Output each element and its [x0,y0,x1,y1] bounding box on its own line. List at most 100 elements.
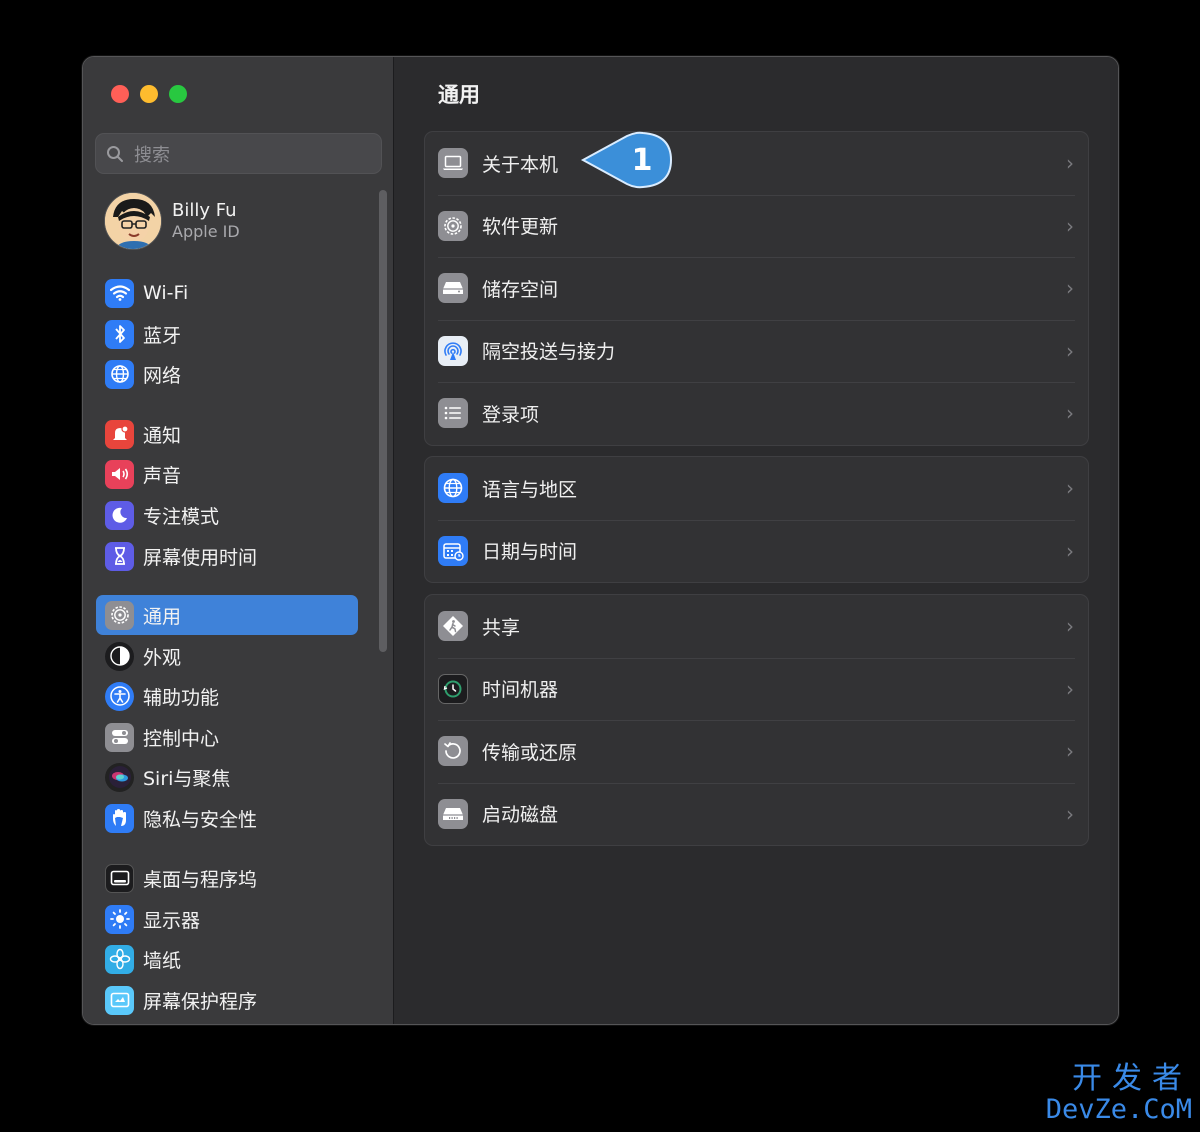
sidebar-item-siri[interactable]: Siri与聚焦 [96,757,358,797]
sidebar: 搜索 Billy Fu Apple ID Wi-Fi 蓝牙 网络 通知 声音 专… [83,57,394,1024]
sidebar-item-label: Wi-Fi [143,282,189,304]
row-label: 日期与时间 [482,541,578,564]
chevron-right-icon: › [1066,538,1074,563]
toggles-icon [105,722,134,752]
chevron-right-icon: › [1066,213,1074,238]
close-button[interactable] [111,85,129,103]
bell-icon [105,419,134,449]
row-sharing[interactable]: 共享 › [425,595,1088,658]
sidebar-item-label: 墙纸 [143,949,182,972]
sidebar-item-label: 外观 [143,646,182,669]
sidebar-item-label: 蓝牙 [143,324,182,347]
sidebar-item-label: 桌面与程序坞 [143,868,258,891]
row-label: 时间机器 [482,679,559,702]
sidebar-item-appearance[interactable]: 外观 [96,636,358,676]
moon-icon [105,500,134,530]
timemachine-icon [438,673,468,704]
row-label: 共享 [482,616,521,639]
row-date-time[interactable]: 日期与时间 › [425,519,1088,583]
sidebar-item-focus[interactable]: 专注模式 [96,495,358,535]
gear-icon [438,210,468,241]
restore-icon [438,736,468,767]
hand-icon [105,803,134,833]
row-language-region[interactable]: 语言与地区 › [425,457,1088,520]
search-icon [107,145,123,162]
sidebar-item-control-center[interactable]: 控制中心 [96,717,358,757]
row-storage[interactable]: 储存空间 › [425,257,1088,320]
apple-id-account[interactable]: Billy Fu Apple ID [104,192,240,250]
row-software-update[interactable]: 软件更新 › [425,194,1088,258]
sidebar-item-desktop-dock[interactable]: 桌面与程序坞 [96,858,358,898]
watermark-line2: DevZe.CoM [1045,1094,1192,1125]
row-label: 语言与地区 [482,478,578,501]
watermark: 开发者 DevZe.CoM [1046,1062,1192,1124]
list-icon [438,398,468,429]
sidebar-item-network[interactable]: 网络 [96,354,358,394]
accessibility-icon [105,681,134,711]
chevron-right-icon: › [1066,401,1074,426]
sidebar-item-displays[interactable]: 显示器 [96,899,358,939]
airdrop-icon [438,335,468,366]
chevron-right-icon: › [1066,338,1074,363]
sidebar-item-screen-time[interactable]: 屏幕使用时间 [96,536,358,576]
minimize-button[interactable] [140,85,158,103]
row-label: 隔空投送与接力 [482,341,616,364]
sidebar-item-general[interactable]: 通用 [96,595,358,635]
callout-number: 1 [631,143,653,178]
search-input[interactable]: 搜索 [95,133,382,174]
disk-icon [438,798,468,829]
row-label: 软件更新 [482,216,559,239]
siri-icon [105,762,134,792]
page-title: 通用 [438,83,480,107]
chevron-right-icon: › [1066,614,1074,639]
sidebar-item-accessibility[interactable]: 辅助功能 [96,676,358,716]
sidebar-item-label: Siri与聚焦 [143,767,231,790]
account-name: Billy Fu [172,200,237,221]
sidebar-item-wallpaper[interactable]: 墙纸 [96,939,358,979]
sharing-icon [438,611,468,642]
account-subtitle: Apple ID [172,222,240,241]
chevron-right-icon: › [1066,801,1074,826]
sidebar-item-screen-saver[interactable]: 屏幕保护程序 [96,980,358,1020]
content-pane: 通用 关于本机 › 软件更新 › 储存空间 › 隔空投送与接力 › 登录项 › … [394,57,1118,1024]
settings-group: 语言与地区 › 日期与时间 › [424,456,1089,583]
sidebar-item-bluetooth[interactable]: 蓝牙 [96,314,358,354]
wifi-icon [105,278,134,308]
row-startup-disk[interactable]: 启动磁盘 › [425,782,1088,846]
sidebar-item-label: 专注模式 [143,505,220,528]
sidebar-item-wifi[interactable]: Wi-Fi [96,273,358,313]
zoom-button[interactable] [169,85,187,103]
sidebar-item-label: 控制中心 [143,727,220,750]
sidebar-item-label: 辅助功能 [143,686,220,709]
chevron-right-icon: › [1066,676,1074,701]
dock-icon [105,863,134,893]
sidebar-item-privacy[interactable]: 隐私与安全性 [96,798,358,838]
row-label: 启动磁盘 [482,804,559,827]
step-callout: 1 [499,130,675,190]
watermark-line1: 开发者 [1072,1061,1192,1096]
row-time-machine[interactable]: 时间机器 › [425,657,1088,721]
sidebar-item-sound[interactable]: 声音 [96,454,358,494]
row-label: 传输或还原 [482,741,578,764]
flower-icon [105,944,134,974]
appearance-icon [105,641,134,671]
sidebar-scrollbar[interactable] [379,190,387,652]
row-transfer-reset[interactable]: 传输或还原 › [425,720,1088,783]
row-label: 登录项 [482,403,540,426]
avatar [104,192,162,250]
calendar-icon [438,535,468,566]
sidebar-item-label: 显示器 [143,909,201,932]
sun-icon [105,904,134,934]
sidebar-item-label: 网络 [143,364,182,387]
sidebar-item-label: 通用 [143,605,182,628]
sidebar-item-label: 隐私与安全性 [143,808,258,831]
chevron-right-icon: › [1066,476,1074,501]
row-login-items[interactable]: 登录项 › [425,382,1088,445]
settings-group: 共享 › 时间机器 › 传输或还原 › 启动磁盘 › [424,594,1089,846]
bluetooth-icon [105,319,134,349]
row-label: 储存空间 [482,278,559,301]
sidebar-item-notifications[interactable]: 通知 [96,414,358,454]
chevron-right-icon: › [1066,276,1074,301]
settings-window: 搜索 Billy Fu Apple ID Wi-Fi 蓝牙 网络 通知 声音 专… [82,56,1119,1025]
row-airdrop-handoff[interactable]: 隔空投送与接力 › [425,319,1088,383]
